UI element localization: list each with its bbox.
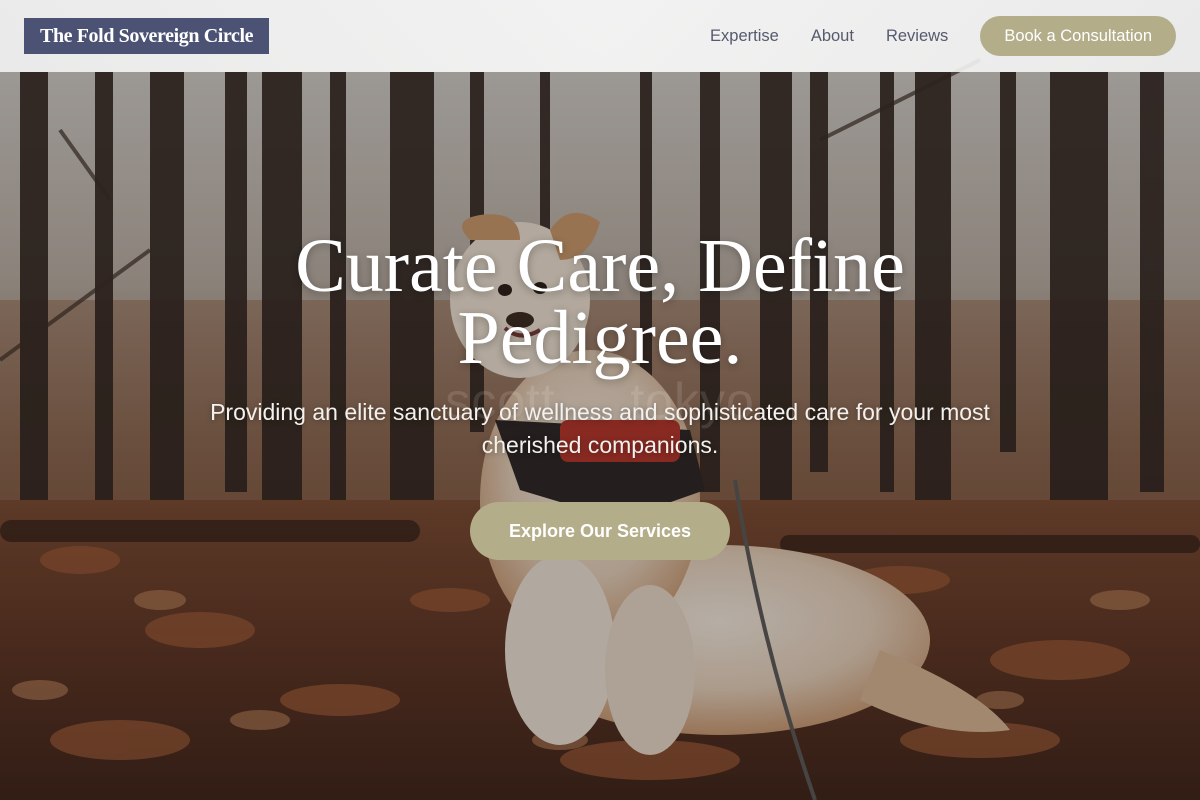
nav-link-reviews[interactable]: Reviews <box>886 27 948 46</box>
nav-link-about[interactable]: About <box>811 27 854 46</box>
explore-services-button[interactable]: Explore Our Services <box>470 502 730 560</box>
site-header: The Fold Sovereign Circle Expertise Abou… <box>0 0 1200 72</box>
book-consultation-button[interactable]: Book a Consultation <box>980 16 1176 56</box>
hero-title: Curate Care, Define Pedigree. <box>295 224 905 380</box>
hero-subtitle: Providing an elite sanctuary of wellness… <box>210 399 990 458</box>
hero-content: Curate Care, Define Pedigree. Providing … <box>0 224 1200 560</box>
brand-logo[interactable]: The Fold Sovereign Circle <box>24 18 270 54</box>
nav-link-expertise[interactable]: Expertise <box>710 27 779 46</box>
main-nav: Expertise About Reviews Book a Consultat… <box>710 16 1176 56</box>
